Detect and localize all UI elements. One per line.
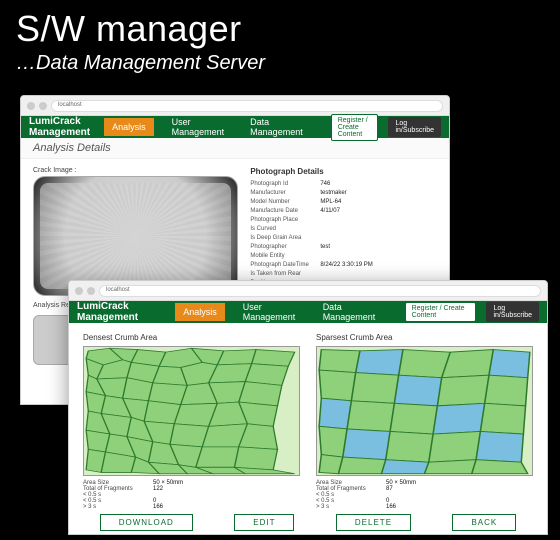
detail-row: Manufacturertestmaker [250, 189, 437, 198]
hero-title: S/W manager [0, 0, 560, 50]
browser-window-front: localhost LumiCrack Management Analysis … [68, 280, 548, 535]
sparsest-mosaic-image [316, 346, 533, 476]
browser-chrome: localhost [21, 96, 449, 116]
nav-tab-data-management[interactable]: Data Management [315, 298, 385, 326]
address-bar[interactable]: localhost [51, 100, 443, 112]
nav-tab-analysis[interactable]: Analysis [104, 118, 154, 136]
page-title: Analysis Details [21, 138, 449, 159]
detail-row: Photograph DateTime8/24/22 3:30:19 PM [250, 261, 437, 270]
densest-mosaic-image [83, 346, 300, 476]
detail-row: Is Taken from Rear [250, 270, 437, 279]
densest-title: Densest Crumb Area [83, 333, 300, 342]
nav-bar: LumiCrack Management Analysis User Manag… [69, 301, 547, 323]
detail-row: Model NumberMPL-64 [250, 198, 437, 207]
edit-button[interactable]: EDIT [234, 514, 294, 531]
detail-row: Photograph Place [250, 216, 437, 225]
nav-bar: LumiCrack Management Analysis User Manag… [21, 116, 449, 138]
download-button[interactable]: DOWNLOAD [100, 514, 193, 531]
detail-row: Is Deep Grain Area [250, 234, 437, 243]
stat-row: > 3 s166 [316, 504, 533, 510]
logout-button[interactable]: Log in/Subscribe [486, 302, 539, 322]
address-bar[interactable]: localhost [99, 285, 541, 297]
browser-chrome: localhost [69, 281, 547, 301]
detail-row: Photograph Id746 [250, 180, 437, 189]
window-control-icon[interactable] [87, 287, 95, 295]
nav-tab-user-management[interactable]: User Management [164, 113, 233, 141]
nav-tab-user-management[interactable]: User Management [235, 298, 305, 326]
brand-label: LumiCrack Management [77, 301, 161, 323]
stat-row: > 3 s166 [83, 504, 300, 510]
register-button[interactable]: Register / Create Content [331, 114, 379, 141]
brand-label: LumiCrack Management [29, 116, 90, 138]
window-control-icon[interactable] [75, 287, 83, 295]
sparsest-panel: Sparsest Crumb Area [316, 333, 533, 500]
window-control-icon[interactable] [39, 102, 47, 110]
sparsest-stats: Area Size50 × 50mm Total of Fragments87 … [316, 480, 533, 510]
crack-image-label: Crack Image : [33, 167, 238, 174]
window-control-icon[interactable] [27, 102, 35, 110]
crack-image [33, 176, 238, 296]
hero-subtitle: …Data Management Server [0, 50, 560, 75]
back-button[interactable]: BACK [452, 514, 516, 531]
detail-row: Photographertest [250, 243, 437, 252]
sparsest-title: Sparsest Crumb Area [316, 333, 533, 342]
detail-row: Is Curved [250, 225, 437, 234]
photograph-details-heading: Photograph Details [250, 167, 437, 176]
nav-tab-analysis[interactable]: Analysis [175, 303, 225, 321]
densest-stats: Area Size50 × 50mm Total of Fragments122… [83, 480, 300, 510]
action-button-row: DOWNLOAD EDIT DELETE BACK [69, 510, 547, 535]
densest-panel: Densest Crumb Area [83, 333, 300, 500]
detail-row: Mobile Entity [250, 252, 437, 261]
delete-button[interactable]: DELETE [336, 514, 411, 531]
logout-button[interactable]: Log in/Subscribe [388, 117, 441, 137]
register-button[interactable]: Register / Create Content [405, 302, 477, 322]
detail-row: Manufacture Date4/11/07 [250, 207, 437, 216]
nav-tab-data-management[interactable]: Data Management [242, 113, 311, 141]
